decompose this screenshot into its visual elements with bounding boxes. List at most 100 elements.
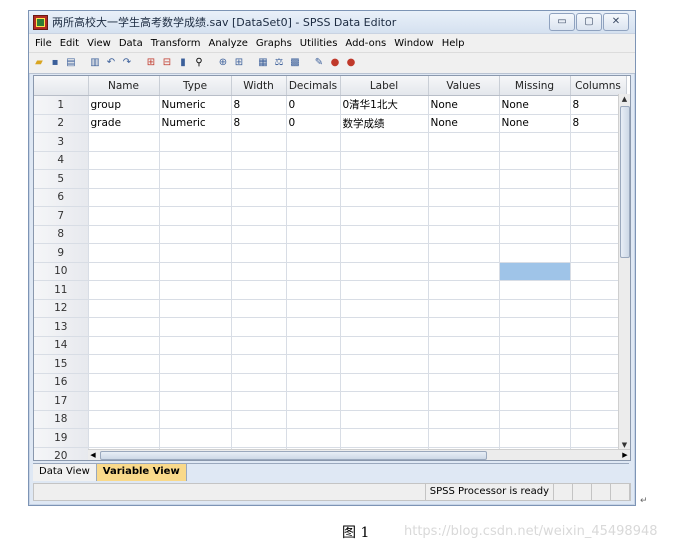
horizontal-scrollbar[interactable]: ◀ ▶ [88,449,630,460]
cell-type[interactable] [159,280,232,300]
cell-decimals[interactable] [286,317,341,337]
menu-file[interactable]: File [35,38,52,49]
vertical-scroll-thumb[interactable] [620,106,630,258]
cell-label[interactable] [340,262,429,281]
cell-type[interactable] [159,225,232,244]
cell-name[interactable] [88,373,160,392]
redo-icon[interactable]: ↷ [121,57,133,69]
maximize-button[interactable]: ▢ [576,13,602,31]
cell-type[interactable] [159,243,232,263]
undo-icon[interactable]: ↶ [105,57,117,69]
cell-values[interactable] [428,206,500,226]
cell-label[interactable]: 数学成绩 [340,114,429,133]
cell-width[interactable] [231,428,287,448]
cell-decimals[interactable] [286,391,341,411]
cell-decimals[interactable] [286,373,341,392]
cell-values[interactable] [428,410,500,429]
cell-missing[interactable] [499,225,571,244]
minimize-button[interactable]: ▭ [549,13,575,31]
cell-missing[interactable] [499,299,571,318]
cell-width[interactable] [231,299,287,318]
column-header-decimals[interactable]: Decimals [286,76,341,96]
open-icon[interactable]: ▰ [33,57,45,69]
cell-decimals[interactable] [286,243,341,263]
cell-name[interactable] [88,410,160,429]
cell-type[interactable] [159,336,232,355]
cell-type[interactable] [159,317,232,337]
cell-name[interactable]: grade [88,114,160,133]
insert-cases-icon[interactable]: ⊕ [217,57,229,69]
cell-missing[interactable] [499,151,571,170]
cell-type[interactable] [159,410,232,429]
menu-utilities[interactable]: Utilities [300,38,338,49]
cell-name[interactable] [88,262,160,281]
cell-values[interactable] [428,169,500,189]
show-all-icon[interactable]: ● [345,57,357,69]
cell-label[interactable] [340,132,429,152]
cell-decimals[interactable]: 0 [286,114,341,133]
cell-decimals[interactable] [286,354,341,374]
cell-type[interactable] [159,151,232,170]
cell-values[interactable] [428,188,500,207]
cell-width[interactable] [231,151,287,170]
cell-missing[interactable]: None [499,114,571,133]
cell-type[interactable]: Numeric [159,95,232,115]
cell-name[interactable] [88,336,160,355]
cell-name[interactable] [88,225,160,244]
cell-label[interactable]: 0清华1北大 [340,95,429,115]
cell-width[interactable] [231,132,287,152]
cell-missing[interactable] [499,169,571,189]
cell-name[interactable] [88,132,160,152]
menu-window[interactable]: Window [394,38,433,49]
row-number[interactable]: 1 [34,95,89,115]
cell-width[interactable] [231,280,287,300]
cell-missing[interactable] [499,262,571,281]
cell-width[interactable] [231,206,287,226]
cell-decimals[interactable] [286,132,341,152]
close-button[interactable]: ✕ [603,13,629,31]
cell-type[interactable] [159,299,232,318]
cell-type[interactable] [159,428,232,448]
cell-label[interactable] [340,410,429,429]
cell-missing[interactable] [499,336,571,355]
column-header-columns[interactable]: Columns [570,76,627,96]
cell-label[interactable] [340,299,429,318]
row-number[interactable]: 3 [34,132,89,152]
cell-name[interactable]: group [88,95,160,115]
split-file-icon[interactable]: ▦ [257,57,269,69]
vertical-scrollbar[interactable]: ▲ ▼ [618,94,630,450]
cell-label[interactable] [340,280,429,300]
cell-missing[interactable] [499,280,571,300]
row-number[interactable]: 2 [34,114,89,133]
row-number[interactable]: 5 [34,169,89,189]
cell-missing[interactable] [499,243,571,263]
row-number[interactable]: 20 [34,447,89,460]
cell-width[interactable] [231,354,287,374]
print-icon[interactable]: ▤ [65,57,77,69]
cell-values[interactable] [428,354,500,374]
cell-type[interactable] [159,391,232,411]
cell-label[interactable] [340,391,429,411]
row-number[interactable]: 6 [34,188,89,207]
column-header-missing[interactable]: Missing [499,76,571,96]
cell-missing[interactable] [499,391,571,411]
value-labels-icon[interactable]: ✎ [313,57,325,69]
find-icon[interactable]: ⚲ [193,57,205,69]
cell-type[interactable] [159,373,232,392]
cell-label[interactable] [340,169,429,189]
insert-variable-icon[interactable]: ⊞ [233,57,245,69]
scroll-up-icon[interactable]: ▲ [619,94,630,104]
cell-decimals[interactable] [286,262,341,281]
row-number[interactable]: 19 [34,428,89,448]
cell-missing[interactable] [499,373,571,392]
cell-width[interactable] [231,410,287,429]
cell-label[interactable] [340,225,429,244]
cell-width[interactable] [231,243,287,263]
cell-values[interactable] [428,391,500,411]
cell-missing[interactable] [499,188,571,207]
cell-name[interactable] [88,206,160,226]
dialog-recall-icon[interactable]: ▥ [89,57,101,69]
menu-data[interactable]: Data [119,38,143,49]
cell-label[interactable] [340,243,429,263]
column-header-type[interactable]: Type [159,76,232,96]
